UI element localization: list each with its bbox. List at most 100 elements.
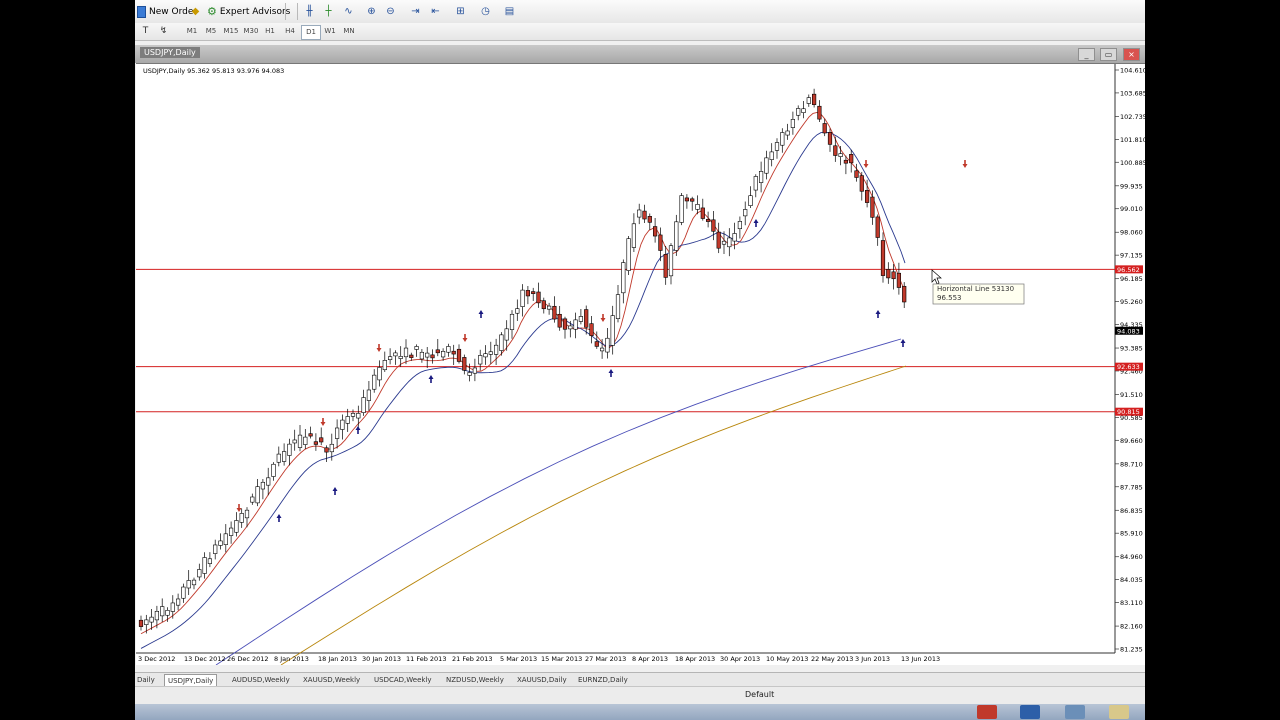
date-axis-label: 3 Jun 2013 bbox=[855, 655, 890, 663]
line-chart-icon[interactable]: ∿ bbox=[340, 3, 357, 20]
timeframe-m30[interactable]: M30 bbox=[242, 25, 260, 38]
periods-icon[interactable]: ◷ bbox=[477, 3, 494, 20]
chart-area[interactable]: USDJPY,Daily 95.362 95.813 93.976 94.083… bbox=[136, 63, 1145, 666]
price-axis-label: 103.685 bbox=[1120, 89, 1145, 97]
templates-icon[interactable]: ▤ bbox=[501, 3, 518, 20]
price-axis-label: 88.710 bbox=[1120, 460, 1143, 468]
tab-xauusd-weekly[interactable]: XAUUSD,Weekly bbox=[303, 674, 360, 686]
tab-eurnzd-daily[interactable]: EURNZD,Daily bbox=[578, 674, 628, 686]
price-axis-label: 91.510 bbox=[1120, 391, 1143, 399]
zoom-out-icon[interactable]: ⊖ bbox=[382, 3, 399, 20]
candle bbox=[679, 192, 684, 226]
main-toolbar: New Order ◆ ⚙ Expert Advisors ╫ ┼ ∿ ⊕ ⊖ … bbox=[135, 0, 1145, 24]
timeframe-m1[interactable]: M1 bbox=[183, 25, 201, 38]
indicators-icon[interactable]: ⊞ bbox=[452, 3, 469, 20]
date-axis-label: 30 Apr 2013 bbox=[720, 655, 760, 663]
chart-window-title: USDJPY,Daily bbox=[140, 47, 200, 58]
arrows-tool-icon[interactable]: ↯ bbox=[155, 25, 172, 38]
tab-audusd-weekly[interactable]: AUDUSD,Weekly bbox=[232, 674, 290, 686]
powerpoint-app-icon[interactable] bbox=[977, 705, 997, 719]
price-axis-label: 89.660 bbox=[1120, 437, 1143, 445]
date-axis-label: 3 Dec 2012 bbox=[138, 655, 175, 663]
date-axis-label: 18 Jan 2013 bbox=[318, 655, 357, 663]
timeframe-h4[interactable]: H4 bbox=[281, 25, 299, 38]
price-axis-label: 99.935 bbox=[1120, 182, 1143, 190]
price-axis-label: 95.260 bbox=[1120, 298, 1143, 306]
date-axis-label: 13 Dec 2012 bbox=[184, 655, 226, 663]
timeframe-mn[interactable]: MN bbox=[340, 25, 358, 38]
date-axis-label: 22 May 2013 bbox=[811, 655, 853, 663]
expert-advisors-button[interactable]: ⚙ Expert Advisors bbox=[207, 3, 290, 20]
price-axis-label: 81.235 bbox=[1120, 646, 1143, 654]
status-bar: Default bbox=[135, 686, 1145, 705]
profile-name: Default bbox=[745, 690, 775, 699]
hline-price-badge-label: 90.815 bbox=[1117, 408, 1140, 416]
chart-info-label: USDJPY,Daily 95.362 95.813 93.976 94.083 bbox=[143, 67, 284, 75]
new-order-icon bbox=[137, 5, 146, 18]
text-tool-icon[interactable]: T bbox=[137, 25, 154, 38]
bar-chart-icon[interactable]: ╫ bbox=[301, 3, 318, 20]
hline-tooltip-value: 96.553 bbox=[937, 294, 962, 302]
price-axis-label: 96.185 bbox=[1120, 275, 1143, 283]
candle bbox=[626, 235, 631, 275]
timeframe-d1[interactable]: D1 bbox=[301, 25, 321, 40]
price-axis-label: 86.835 bbox=[1120, 507, 1143, 515]
chart-shift-icon[interactable]: ⇥ bbox=[407, 3, 424, 20]
close-button[interactable]: × bbox=[1123, 48, 1140, 61]
tab-daily[interactable]: Daily bbox=[137, 674, 155, 686]
current-price-badge-label: 94.083 bbox=[1117, 327, 1140, 335]
app-icon[interactable] bbox=[1020, 705, 1040, 719]
price-axis-label: 87.785 bbox=[1120, 483, 1143, 491]
autoscroll-icon[interactable]: ⇤ bbox=[427, 3, 444, 20]
mt4-terminal: New Order ◆ ⚙ Expert Advisors ╫ ┼ ∿ ⊕ ⊖ … bbox=[135, 0, 1145, 720]
hline-price-badge-label: 96.562 bbox=[1117, 266, 1140, 274]
timeframe-m15[interactable]: M15 bbox=[222, 25, 240, 38]
price-axis-label: 82.160 bbox=[1120, 623, 1143, 631]
tab-usdcad-weekly[interactable]: USDCAD,Weekly bbox=[374, 674, 432, 686]
candlestick-chart-icon[interactable]: ┼ bbox=[320, 3, 337, 20]
price-axis-label: 101.810 bbox=[1120, 136, 1145, 144]
timeframe-w1[interactable]: W1 bbox=[321, 25, 339, 38]
price-axis-label: 100.885 bbox=[1120, 159, 1145, 167]
date-axis-label: 10 May 2013 bbox=[766, 655, 808, 663]
hline-tooltip-name: Horizontal Line 53130 bbox=[937, 285, 1014, 293]
date-axis-label: 13 Jun 2013 bbox=[901, 655, 940, 663]
timeframe-h1[interactable]: H1 bbox=[261, 25, 279, 38]
expert-advisors-icon: ⚙ bbox=[207, 5, 217, 18]
date-axis-label: 11 Feb 2013 bbox=[406, 655, 446, 663]
price-axis-label: 99.010 bbox=[1120, 205, 1143, 213]
hline-tooltip: Horizontal Line 53130 96.553 bbox=[932, 283, 1025, 305]
date-axis-label: 8 Jan 2013 bbox=[274, 655, 309, 663]
date-axis-label: 8 Apr 2013 bbox=[632, 655, 668, 663]
price-chart[interactable]: USDJPY,Daily 95.362 95.813 93.976 94.083… bbox=[136, 64, 1145, 666]
date-axis-label: 21 Feb 2013 bbox=[452, 655, 492, 663]
price-axis-label: 104.610 bbox=[1120, 67, 1145, 75]
toolbar-separator bbox=[285, 3, 286, 20]
price-axis-label: 97.135 bbox=[1120, 252, 1143, 260]
price-axis-label: 83.110 bbox=[1120, 599, 1143, 607]
price-axis-label: 85.910 bbox=[1120, 530, 1143, 538]
minimize-button[interactable]: _ bbox=[1078, 48, 1095, 61]
os-taskbar bbox=[135, 704, 1145, 720]
price-axis-label: 84.960 bbox=[1120, 553, 1143, 561]
date-axis-label: 30 Jan 2013 bbox=[362, 655, 401, 663]
expert-advisors-label: Expert Advisors bbox=[219, 6, 291, 17]
hline-price-badge-label: 92.633 bbox=[1117, 363, 1140, 371]
toolbar-separator bbox=[297, 3, 298, 20]
app-icon[interactable] bbox=[1065, 705, 1085, 719]
tab-xauusd-daily[interactable]: XAUUSD,Daily bbox=[517, 674, 567, 686]
chart-window-titlebar[interactable]: USDJPY,Daily _ ▭ × bbox=[135, 45, 1145, 63]
price-axis-label: 98.060 bbox=[1120, 229, 1143, 237]
zoom-in-icon[interactable]: ⊕ bbox=[363, 3, 380, 20]
restore-button[interactable]: ▭ bbox=[1100, 48, 1117, 61]
metaeditor-icon[interactable]: ◆ bbox=[187, 3, 204, 20]
timeframe-m5[interactable]: M5 bbox=[202, 25, 220, 38]
date-axis-label: 18 Apr 2013 bbox=[675, 655, 715, 663]
folder-app-icon[interactable] bbox=[1109, 705, 1129, 719]
date-axis-label: 26 Dec 2012 bbox=[227, 655, 269, 663]
chart-tabs: Daily USDJPY,Daily AUDUSD,Weekly XAUUSD,… bbox=[135, 672, 1145, 687]
price-axis-label: 84.035 bbox=[1120, 576, 1143, 584]
tab-nzdusd-weekly[interactable]: NZDUSD,Weekly bbox=[446, 674, 504, 686]
price-axis-label: 102.735 bbox=[1120, 113, 1145, 121]
date-axis-label: 27 Mar 2013 bbox=[585, 655, 626, 663]
